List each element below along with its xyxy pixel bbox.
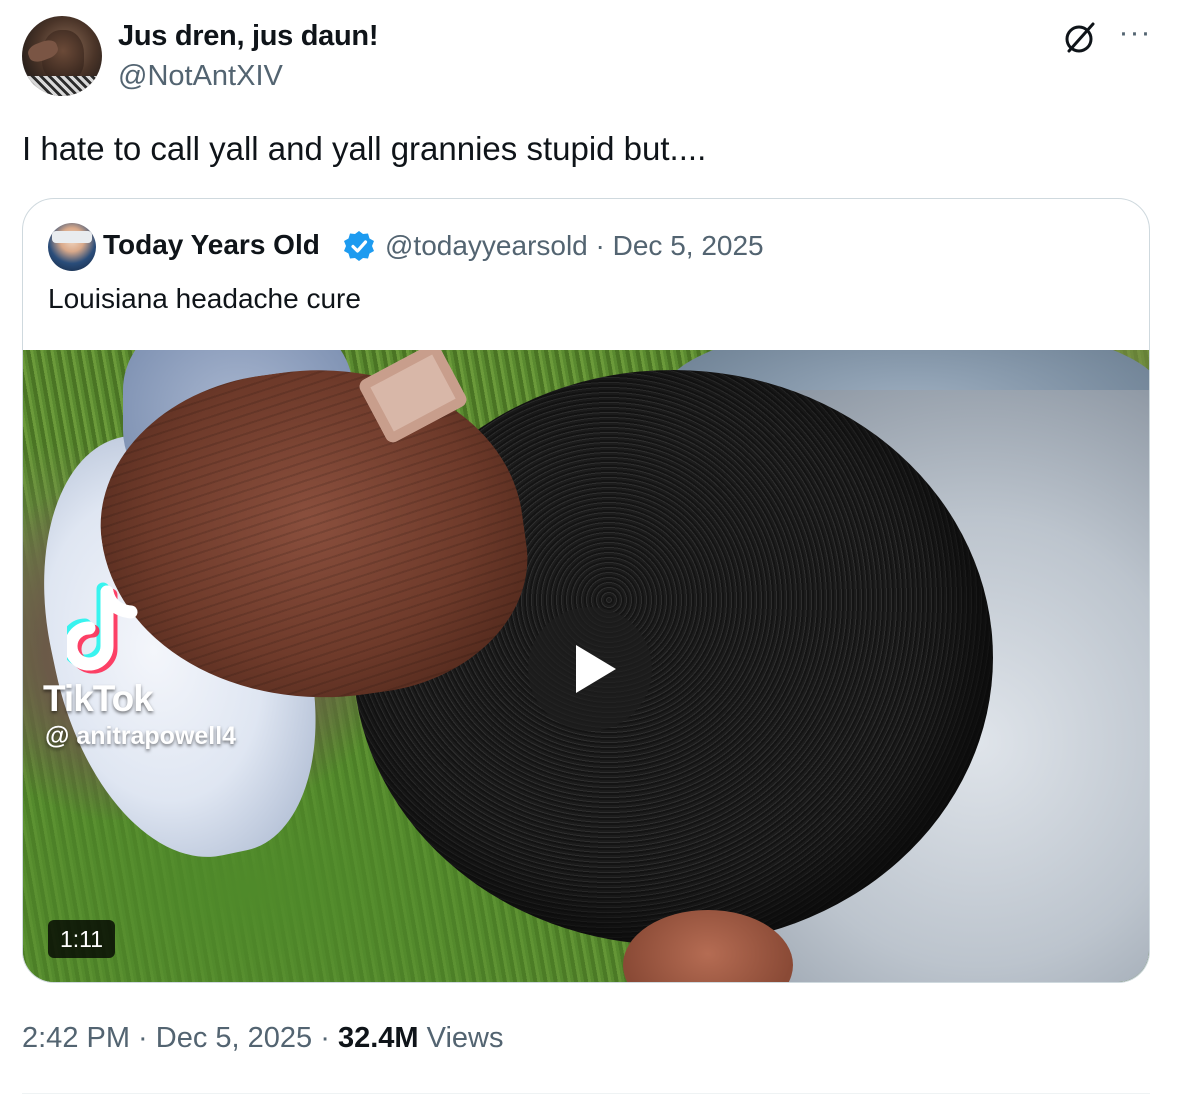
tweet-metadata: 2:42 PM · Dec 5, 2025 · 32.4M Views	[22, 1022, 503, 1055]
avatar-band	[52, 231, 92, 243]
tweet-date: Dec 5, 2025	[155, 1022, 313, 1054]
views-label: Views	[418, 1022, 504, 1054]
video-thumbnail[interactable]: TikTok @ anitrapowell4 1:11	[23, 350, 1149, 982]
quoted-author-avatar[interactable]	[48, 223, 96, 271]
meta-separator: ·	[130, 1022, 156, 1054]
author-display-name[interactable]: Jus dren, jus daun!	[118, 20, 378, 53]
views-count: 32.4M	[337, 1022, 419, 1054]
quoted-text: Louisiana headache cure	[48, 283, 361, 314]
tiktok-username: @ anitrapowell4	[45, 722, 237, 750]
divider	[22, 1093, 1150, 1094]
meta-separator: ·	[312, 1022, 338, 1054]
grok-icon[interactable]	[1060, 18, 1100, 58]
quoted-tweet[interactable]: Today Years Old @todayyearsold · Dec 5, …	[22, 198, 1150, 983]
tweet-text: I hate to call yall and yall grannies st…	[22, 130, 707, 167]
play-button[interactable]	[528, 607, 652, 731]
tiktok-watermark: TikTok	[43, 678, 154, 719]
video-duration: 1:11	[48, 920, 116, 958]
author-avatar[interactable]	[22, 16, 102, 96]
verified-badge-icon	[343, 230, 375, 262]
quoted-author-name[interactable]: Today Years Old	[103, 229, 320, 261]
author-handle[interactable]: @NotAntXIV	[118, 60, 283, 93]
tweet-time-link[interactable]: 2:42 PM · Dec 5, 2025	[22, 1022, 312, 1054]
quoted-handle-date[interactable]: @todayyearsold · Dec 5, 2025	[385, 230, 764, 262]
more-options-icon[interactable]: ···	[1113, 18, 1157, 54]
tweet-time: 2:42 PM	[22, 1022, 130, 1054]
play-icon	[576, 645, 616, 693]
tiktok-logo-icon	[60, 582, 151, 678]
tweet: Jus dren, jus daun! @NotAntXIV ··· I hat…	[0, 0, 1182, 1096]
avatar-shirt	[22, 76, 102, 96]
